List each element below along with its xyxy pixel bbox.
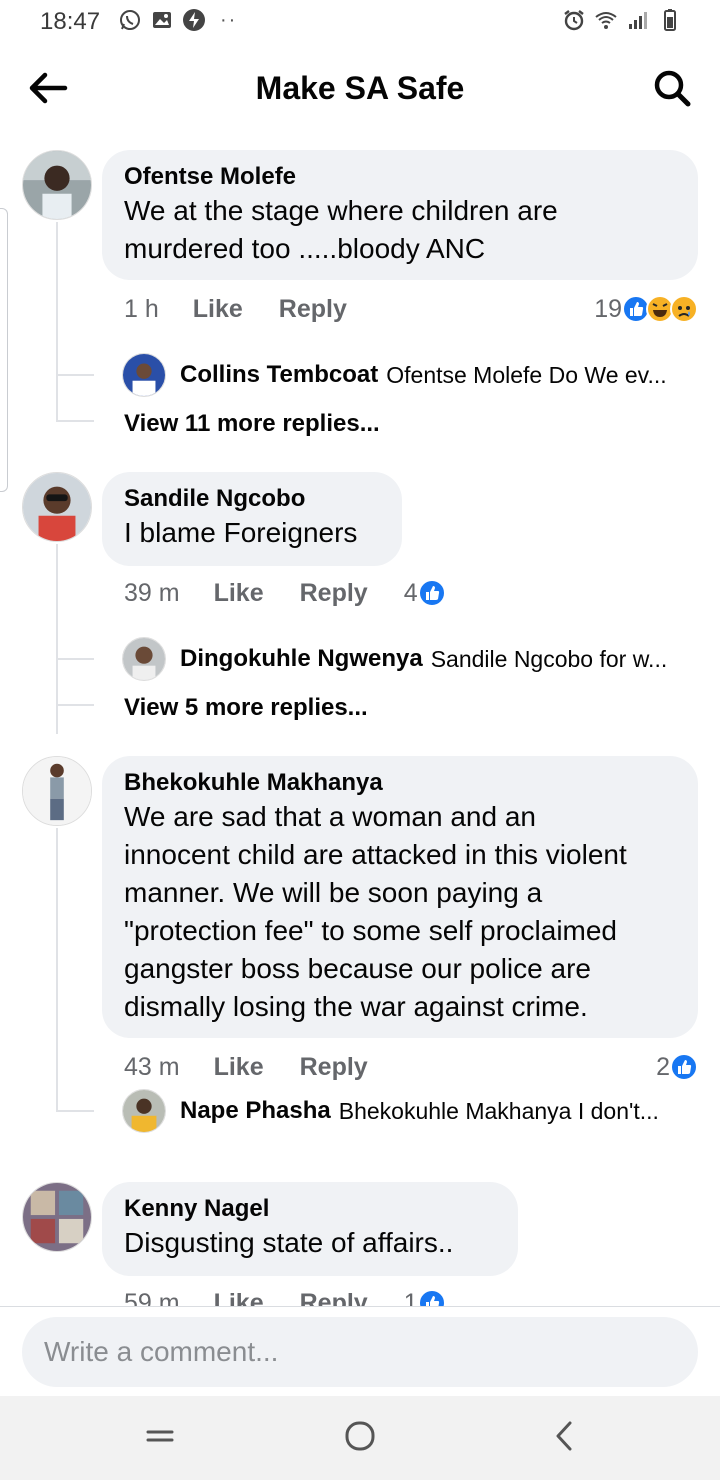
reply-snippet: Bhekokuhle Makhanya I don't... [338, 1097, 659, 1124]
avatar[interactable] [122, 1089, 166, 1133]
like-button[interactable]: Like [214, 579, 264, 608]
recent-apps-icon [145, 1424, 175, 1453]
whatsapp-icon [118, 8, 142, 32]
comment-author[interactable]: Sandile Ngcobo [124, 484, 380, 514]
thread-line [56, 828, 58, 1110]
comment-text: We at the stage where children are murde… [124, 195, 558, 264]
reply-preview[interactable]: Collins Tembcoat Ofentse Molefe Do We ev… [122, 352, 702, 398]
status-left-icons: ·· [118, 8, 237, 32]
sad-reaction-icon [670, 295, 698, 323]
gallery-icon [150, 8, 174, 32]
wifi-icon [594, 8, 618, 32]
home-icon [344, 1420, 376, 1457]
comment-bubble[interactable]: Bhekokuhle Makhanya We are sad that a wo… [102, 756, 698, 1038]
reaction-summary[interactable]: 1 [404, 1286, 446, 1306]
avatar[interactable] [122, 637, 166, 681]
comment-text: Disgusting state of affairs.. [124, 1227, 454, 1258]
status-right-icons [562, 8, 682, 32]
reaction-count: 1 [403, 1288, 418, 1307]
comment-bubble[interactable]: Kenny Nagel Disgusting state of affairs.… [102, 1182, 518, 1276]
search-icon [652, 68, 692, 113]
like-reaction-icon [417, 1289, 446, 1306]
system-back-button[interactable] [534, 1414, 594, 1462]
comments-list[interactable]: Ofentse Molefe We at the stage where chi… [0, 130, 720, 1306]
recent-apps-button[interactable] [130, 1414, 190, 1462]
avatar[interactable] [22, 472, 92, 542]
search-button[interactable] [646, 64, 698, 116]
comment-time[interactable]: 59 m [124, 1289, 180, 1307]
comment-time[interactable]: 43 m [124, 1053, 180, 1082]
avatar[interactable] [22, 150, 92, 220]
power-save-icon [182, 8, 206, 32]
comment-bubble[interactable]: Sandile Ngcobo I blame Foreigners [102, 472, 402, 566]
comment-text: We are sad that a woman and an innocent … [124, 801, 627, 1022]
reaction-count: 2 [656, 1052, 670, 1081]
alarm-icon [562, 8, 586, 32]
thread-branch [56, 374, 94, 376]
comment-input[interactable] [22, 1317, 698, 1387]
reply-button[interactable]: Reply [300, 1053, 368, 1082]
reply-button[interactable]: Reply [300, 1289, 368, 1307]
reply-author[interactable]: Dingokuhle Ngwenya [180, 645, 423, 673]
like-button[interactable]: Like [214, 1053, 264, 1082]
view-more-replies-link[interactable]: View 11 more replies... [124, 410, 380, 438]
reply-snippet: Ofentse Molefe Do We ev... [386, 361, 667, 388]
reaction-summary[interactable]: 4 [404, 576, 446, 610]
page-title: Make SA Safe [255, 70, 465, 106]
comment-bubble[interactable]: Ofentse Molefe We at the stage where chi… [102, 150, 698, 280]
comment-actions: 39 m Like Reply 4 [124, 576, 446, 610]
reaction-count: 4 [403, 578, 418, 607]
more-dots-icon: ·· [220, 8, 238, 31]
signal-icon [626, 8, 650, 32]
thread-line [56, 222, 58, 422]
thread-branch [56, 420, 94, 422]
thread-branch [56, 704, 94, 706]
like-button[interactable]: Like [214, 1289, 264, 1307]
reply-preview[interactable]: Dingokuhle Ngwenya Sandile Ngcobo for w.… [122, 636, 702, 682]
reaction-summary[interactable]: 19 [594, 292, 698, 326]
reaction-count: 19 [594, 294, 622, 323]
avatar[interactable] [22, 756, 92, 826]
thread-branch [56, 658, 94, 660]
reply-button[interactable]: Reply [300, 579, 368, 608]
comment-time[interactable]: 39 m [124, 579, 180, 608]
battery-icon [658, 8, 682, 32]
status-bar: 18:47 ·· [0, 0, 720, 44]
reaction-summary[interactable]: 2 [656, 1050, 698, 1084]
like-reaction-icon [670, 1053, 698, 1081]
system-nav-bar [0, 1396, 720, 1480]
reply-author[interactable]: Nape Phasha [180, 1097, 331, 1125]
home-button[interactable] [330, 1414, 390, 1462]
like-button[interactable]: Like [193, 295, 243, 324]
comment-text: I blame Foreigners [124, 517, 358, 548]
comment-author[interactable]: Bhekokuhle Makhanya [124, 768, 676, 798]
comment-author[interactable]: Kenny Nagel [124, 1194, 496, 1224]
back-icon [552, 1420, 576, 1457]
reply-author[interactable]: Collins Tembcoat [180, 361, 378, 389]
reply-snippet: Sandile Ngcobo for w... [430, 645, 668, 672]
status-time: 18:47 [40, 8, 101, 35]
app-header: Make SA Safe [0, 50, 720, 130]
thread-branch [56, 1110, 94, 1112]
comment-actions: 43 m Like Reply [124, 1050, 404, 1084]
comment-actions: 1 h Like Reply [124, 292, 383, 326]
comment-actions: 59 m Like Reply 1 [124, 1286, 446, 1306]
comment-author[interactable]: Ofentse Molefe [124, 162, 676, 192]
edge-panel-handle[interactable] [0, 208, 8, 492]
view-more-replies-link[interactable]: View 5 more replies... [124, 694, 368, 722]
comment-composer [0, 1306, 720, 1396]
reply-button[interactable]: Reply [279, 295, 347, 324]
reply-preview[interactable]: Nape Phasha Bhekokuhle Makhanya I don't.… [122, 1088, 702, 1134]
avatar[interactable] [122, 353, 166, 397]
like-reaction-icon [417, 579, 446, 607]
avatar[interactable] [22, 1182, 92, 1252]
comment-time[interactable]: 1 h [124, 295, 159, 324]
